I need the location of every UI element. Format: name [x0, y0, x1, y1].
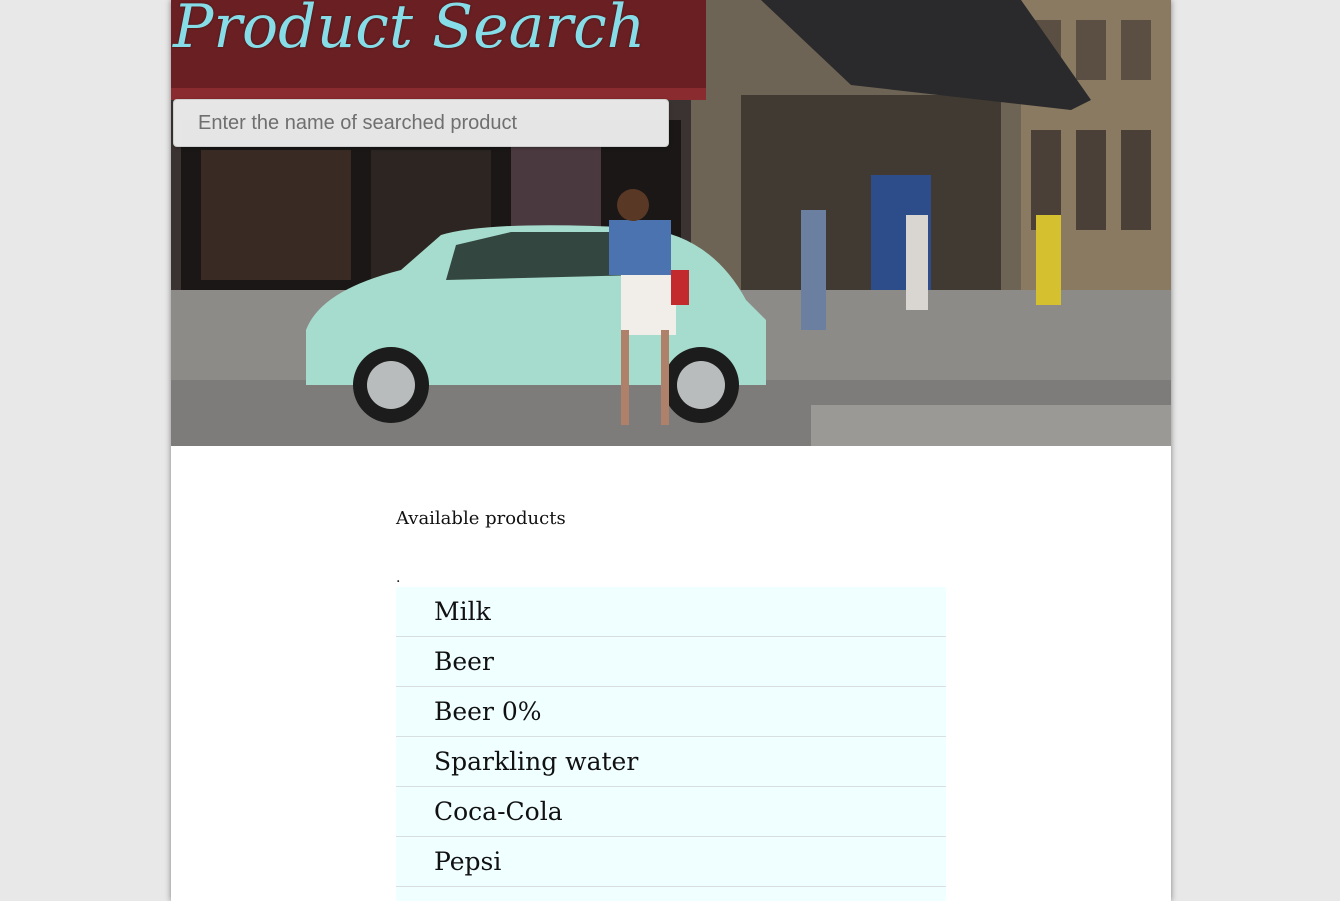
product-item-beer-0[interactable]: Beer 0%: [396, 687, 946, 737]
product-item-sparkling-water[interactable]: Sparkling water: [396, 737, 946, 787]
product-search-input[interactable]: [173, 99, 669, 147]
product-list: Milk Beer Beer 0% Sparkling water Coca-C…: [396, 587, 946, 901]
hero-banner: Product Search: [171, 0, 1171, 446]
street-scene-image: [171, 0, 1171, 446]
page-title: Product Search: [173, 0, 646, 62]
available-products-label: Available products: [396, 508, 566, 529]
product-item-milk[interactable]: Milk: [396, 587, 946, 637]
list-separator: .: [396, 570, 401, 586]
product-item-beer[interactable]: Beer: [396, 637, 946, 687]
product-item-pepsi[interactable]: Pepsi: [396, 837, 946, 887]
page-container: Product Search Available products . Milk…: [171, 0, 1171, 901]
product-item-coca-cola[interactable]: Coca-Cola: [396, 787, 946, 837]
product-item-partial[interactable]: [396, 887, 946, 901]
